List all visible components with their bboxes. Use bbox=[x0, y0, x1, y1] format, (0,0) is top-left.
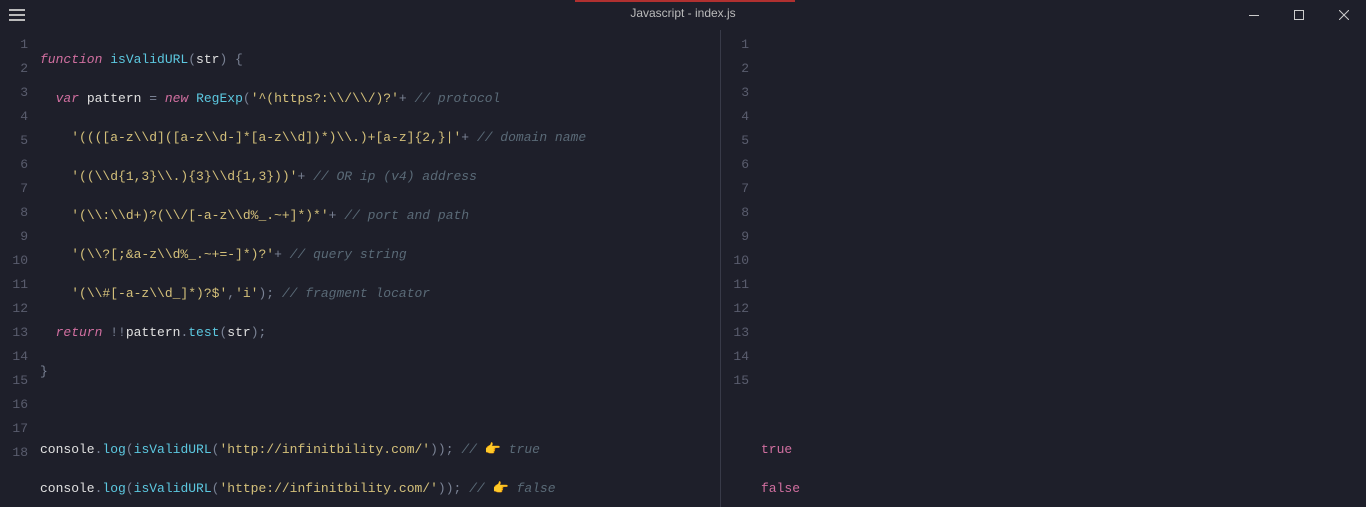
indent bbox=[40, 286, 71, 301]
line-gutter-right: 123456789101112131415 bbox=[721, 30, 755, 393]
fn: isValidURL bbox=[134, 481, 212, 496]
string: '(\\?[;&a-z\\d%_.~+=-]*)?' bbox=[71, 247, 274, 262]
method: test bbox=[188, 325, 219, 340]
comment: // bbox=[469, 481, 492, 496]
output-content: true false ' Valid URL' bbox=[761, 30, 1366, 507]
keyword: var bbox=[40, 91, 87, 106]
maximize-button[interactable] bbox=[1276, 0, 1321, 30]
punct: )); bbox=[438, 481, 469, 496]
indent bbox=[40, 247, 71, 262]
close-button[interactable] bbox=[1321, 0, 1366, 30]
comment: // bbox=[461, 442, 484, 457]
punct: ); bbox=[258, 286, 281, 301]
punct: } bbox=[40, 364, 48, 379]
indent bbox=[40, 130, 71, 145]
punct: !! bbox=[110, 325, 126, 340]
punct: + bbox=[399, 91, 415, 106]
code-pane[interactable]: 123456789101112131415161718 function isV… bbox=[0, 30, 720, 507]
var: pattern bbox=[87, 91, 149, 106]
string: '((\\d{1,3}\\.){3}\\d{1,3}))' bbox=[71, 169, 297, 184]
output-value: true bbox=[761, 442, 792, 457]
punct: ) { bbox=[219, 52, 242, 67]
output-pane[interactable]: 123456789101112131415 true false ' Valid… bbox=[720, 30, 1366, 507]
var: str bbox=[227, 325, 250, 340]
var: pattern bbox=[126, 325, 181, 340]
comment: true bbox=[501, 442, 540, 457]
comment: false bbox=[509, 481, 556, 496]
point-right-icon: 👉 bbox=[493, 481, 509, 496]
method: log bbox=[102, 481, 125, 496]
punct: ( bbox=[126, 442, 134, 457]
comment: // protocol bbox=[415, 91, 501, 106]
code-content-left[interactable]: function isValidURL(str) { var pattern =… bbox=[40, 30, 720, 507]
window-title: Javascript - index.js bbox=[630, 6, 735, 20]
line-gutter-left: 123456789101112131415161718 bbox=[0, 30, 34, 465]
minimize-button[interactable] bbox=[1231, 0, 1276, 30]
indent bbox=[40, 208, 71, 223]
punct: + bbox=[329, 208, 345, 223]
param: str bbox=[196, 52, 219, 67]
point-right-icon: 👉 bbox=[485, 442, 501, 457]
keyword: new bbox=[165, 91, 196, 106]
string: '^(https?:\\/\\/)?' bbox=[251, 91, 399, 106]
punct: + bbox=[297, 169, 313, 184]
punct: + bbox=[461, 130, 477, 145]
punct: ( bbox=[188, 52, 196, 67]
string: '((([a-z\\d]([a-z\\d-]*[a-z\\d])*)\\.)+[… bbox=[71, 130, 461, 145]
comment: // domain name bbox=[477, 130, 586, 145]
method: log bbox=[102, 442, 125, 457]
punct: , bbox=[227, 286, 235, 301]
string: 'i' bbox=[235, 286, 258, 301]
titlebar: Javascript - index.js bbox=[0, 0, 1366, 30]
class: RegExp bbox=[196, 91, 243, 106]
keyword: function bbox=[40, 52, 110, 67]
comment: // OR ip (v4) address bbox=[313, 169, 477, 184]
tab-indicator bbox=[575, 0, 795, 2]
comment: // query string bbox=[290, 247, 407, 262]
hamburger-menu-icon[interactable] bbox=[2, 0, 32, 30]
fn: isValidURL bbox=[134, 442, 212, 457]
editor-split: 123456789101112131415161718 function isV… bbox=[0, 30, 1366, 507]
punct: ( bbox=[126, 481, 134, 496]
string: 'http://infinitbility.com/' bbox=[219, 442, 430, 457]
comment: // fragment locator bbox=[282, 286, 430, 301]
obj: console bbox=[40, 481, 95, 496]
function-name: isValidURL bbox=[110, 52, 188, 67]
string: 'httpe://infinitbility.com/' bbox=[219, 481, 437, 496]
obj: console bbox=[40, 442, 95, 457]
output-value: false bbox=[761, 481, 800, 496]
string: '(\\:\\d+)?(\\/[-a-z\\d%_.~+]*)*' bbox=[71, 208, 328, 223]
punct: ); bbox=[251, 325, 267, 340]
string: '(\\#[-a-z\\d_]*)?$' bbox=[71, 286, 227, 301]
indent bbox=[40, 169, 71, 184]
punct: )); bbox=[430, 442, 461, 457]
punct: = bbox=[149, 91, 165, 106]
keyword: return bbox=[40, 325, 110, 340]
punct: ( bbox=[243, 91, 251, 106]
comment: // port and path bbox=[344, 208, 469, 223]
punct: + bbox=[274, 247, 290, 262]
window-controls bbox=[1231, 0, 1366, 30]
